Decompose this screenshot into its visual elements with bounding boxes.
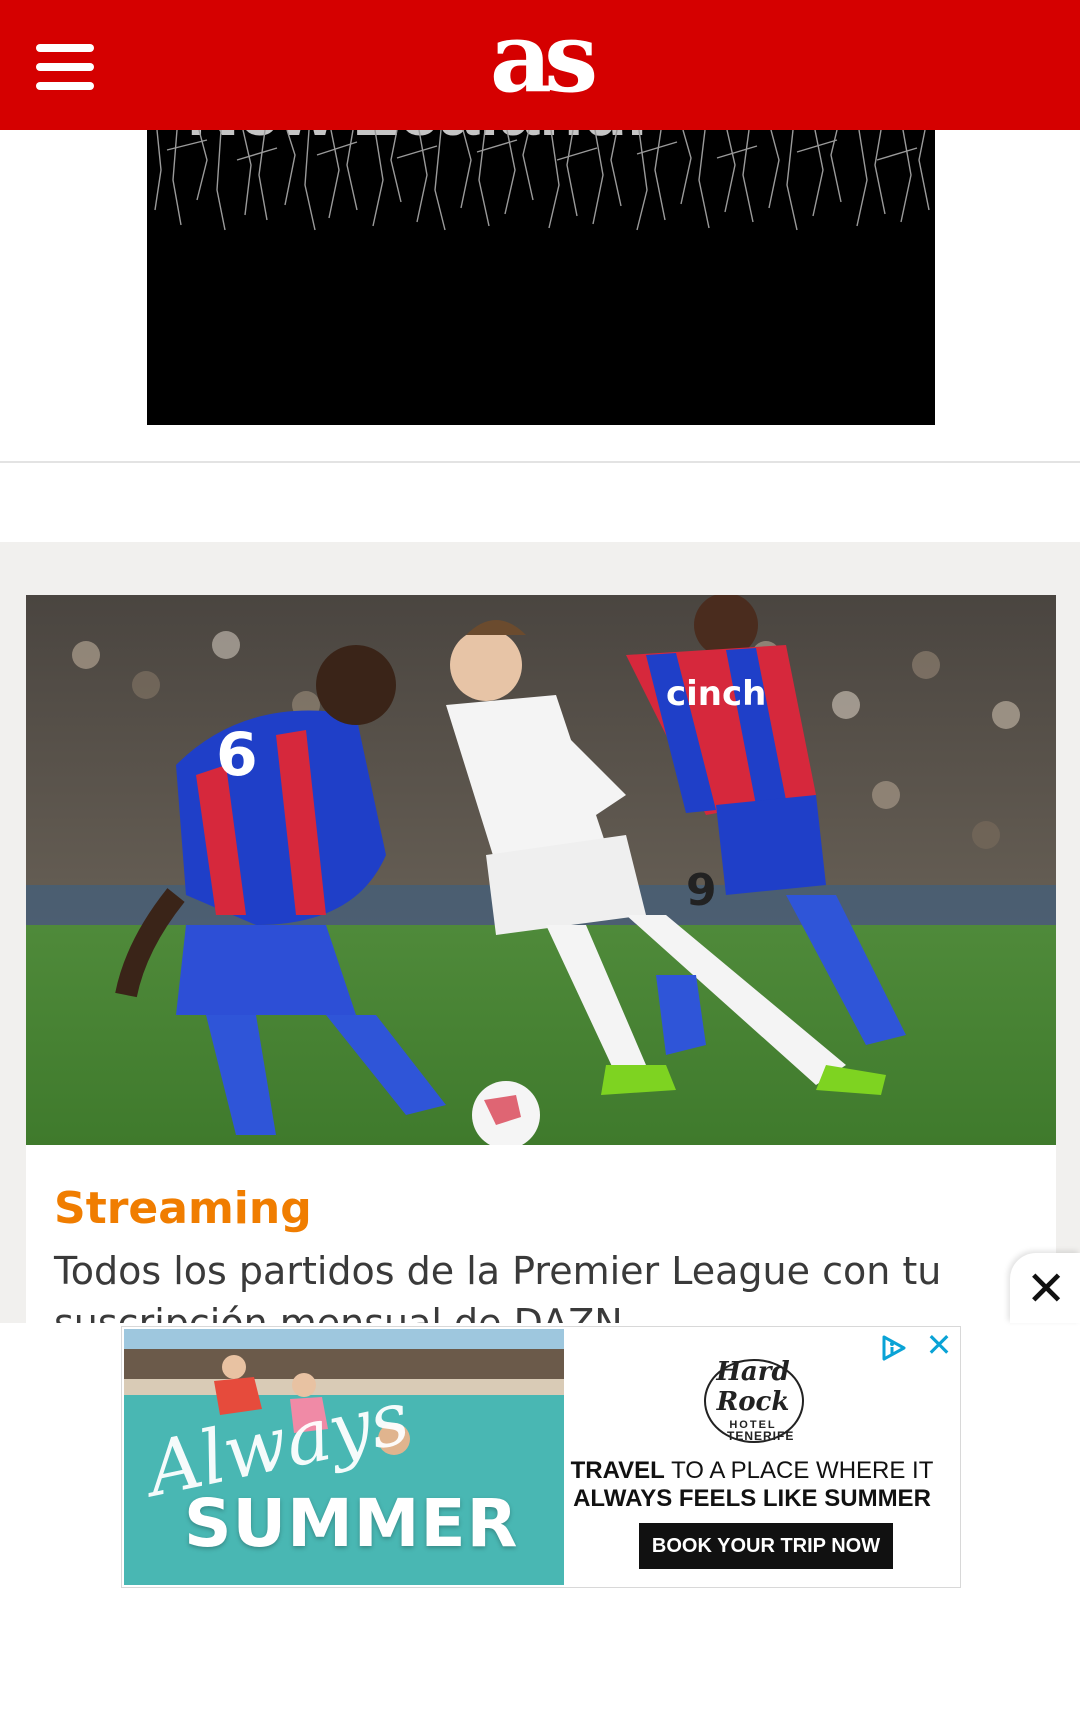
hotel-ad-banner[interactable]: Always SUMMER Hard Rock HOTEL TENERIFE T…: [121, 1326, 961, 1588]
article-image[interactable]: 6 9 cinch: [26, 595, 1056, 1145]
ad-tagline: TRAVEL TO A PLACE WHERE IT ALWAYS FEELS …: [564, 1457, 940, 1513]
svg-text:cinch: cinch: [666, 674, 766, 714]
ad-close-icon[interactable]: ✕: [924, 1329, 954, 1361]
football-photo: 6 9 cinch: [26, 595, 1056, 1145]
ad-headline-bold: SUMMER: [184, 1485, 519, 1562]
video-ad[interactable]: New Zealand.: [147, 130, 935, 425]
svg-text:6: 6: [216, 720, 258, 790]
sticky-ad-close-tab[interactable]: ✕: [1010, 1253, 1080, 1323]
book-trip-button[interactable]: BOOK YOUR TRIP NOW: [639, 1523, 893, 1569]
menu-bar-3: [36, 82, 94, 90]
menu-bar-1: [36, 44, 94, 52]
hamburger-menu-icon[interactable]: [36, 44, 94, 90]
adchoices-icon[interactable]: [878, 1334, 918, 1362]
ad-text-panel[interactable]: Hard Rock HOTEL TENERIFE TRAVEL TO A PLA…: [564, 1327, 960, 1587]
close-icon[interactable]: ✕: [1026, 1265, 1066, 1313]
tagline-bold-2: ALWAYS FEELS LIKE SUMMER: [573, 1485, 931, 1512]
svg-text:9: 9: [686, 865, 717, 916]
tagline-bold-1: TRAVEL: [570, 1457, 665, 1484]
top-header: as: [0, 0, 1080, 130]
tagline-text-1: TO A PLACE WHERE IT: [664, 1457, 934, 1484]
brand-location: TENERIFE: [727, 1429, 795, 1443]
video-ad-fringe-graphic: [154, 130, 930, 231]
hard-rock-logo: Hard Rock HOTEL: [694, 1357, 812, 1443]
site-logo[interactable]: as: [470, 10, 610, 112]
article-kicker[interactable]: Streaming: [54, 1183, 312, 1234]
section-divider: [0, 461, 1080, 463]
ad-pool-photo[interactable]: Always SUMMER: [124, 1329, 564, 1585]
menu-bar-2: [36, 63, 94, 71]
